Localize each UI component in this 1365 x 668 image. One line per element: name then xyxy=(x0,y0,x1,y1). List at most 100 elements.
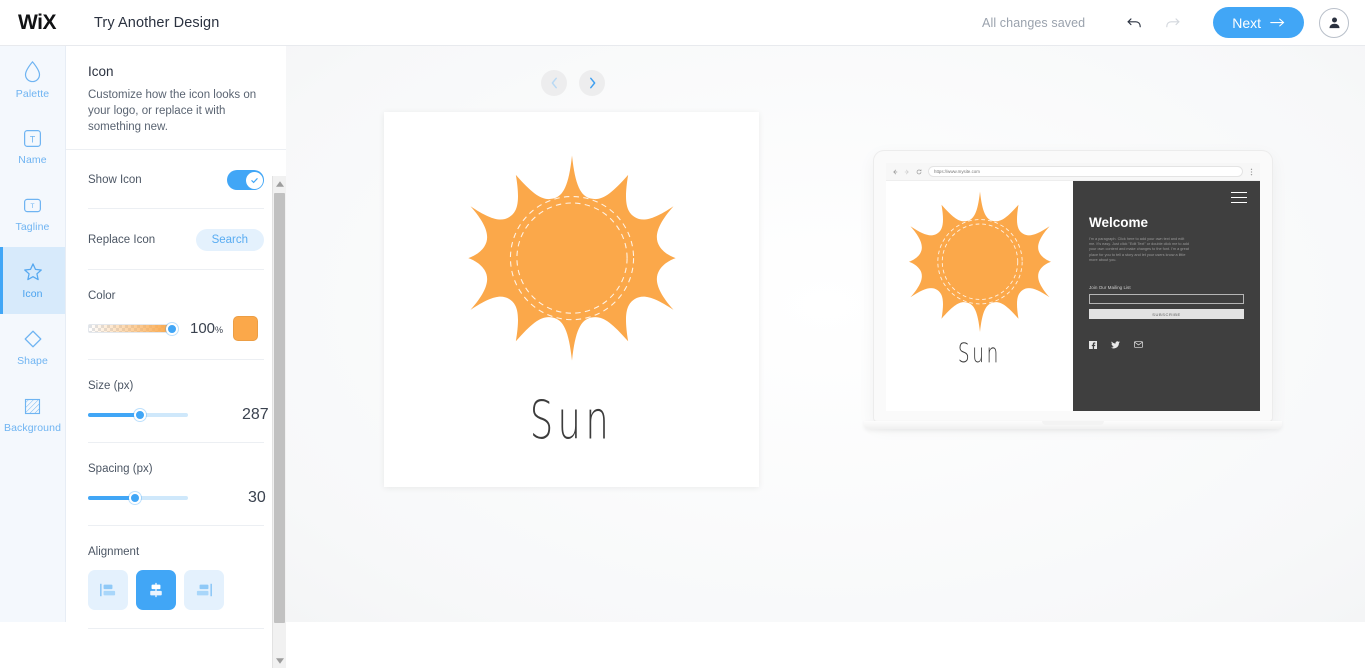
align-left-icon xyxy=(100,583,116,597)
spacing-slider-handle[interactable] xyxy=(129,492,141,504)
social-links xyxy=(1089,341,1244,350)
align-right-button[interactable] xyxy=(184,570,224,610)
svg-text:T: T xyxy=(31,203,35,210)
replace-icon-label: Replace Icon xyxy=(88,234,156,246)
sidebar-item-label: Icon xyxy=(22,288,43,300)
opacity-slider-track[interactable] xyxy=(88,324,172,333)
sidebar-item-palette[interactable]: Palette xyxy=(0,46,65,113)
subscribe-button[interactable]: SUBSCRIBE xyxy=(1089,309,1244,320)
laptop-screen: https://www.mysite.com Sun Welcome I'm a… xyxy=(874,151,1272,421)
align-center-icon xyxy=(150,582,162,598)
top-bar: WiX Try Another Design All changes saved… xyxy=(0,0,1365,46)
logo-preview-card[interactable]: Sun xyxy=(384,112,759,487)
email-icon[interactable] xyxy=(1134,341,1143,348)
site-heading: Welcome xyxy=(1089,215,1149,230)
email-input[interactable] xyxy=(1089,294,1244,305)
color-swatch[interactable] xyxy=(233,316,259,341)
undo-icon[interactable] xyxy=(1119,8,1149,38)
try-another-design-link[interactable]: Try Another Design xyxy=(94,15,219,31)
sun-icon xyxy=(464,149,680,370)
align-left-button[interactable] xyxy=(88,570,128,610)
wix-logo[interactable]: WiX xyxy=(18,11,56,35)
next-button[interactable]: Next xyxy=(1213,7,1304,38)
site-logo-section: Sun xyxy=(886,181,1073,411)
sidebar-item-label: Name xyxy=(18,153,47,166)
panel-title: Icon xyxy=(88,64,114,79)
star-icon xyxy=(23,263,42,281)
preview-canvas: Sun https://www.mysite.com Sun Welcome I… xyxy=(286,46,1365,622)
sidebar-item-icon[interactable]: Icon xyxy=(0,247,65,314)
svg-text:T: T xyxy=(30,134,36,144)
previous-design-button[interactable] xyxy=(541,70,567,96)
twitter-icon[interactable] xyxy=(1111,341,1120,349)
redo-icon[interactable] xyxy=(1157,8,1187,38)
panel-header: Icon Customize how the icon looks on you… xyxy=(66,46,286,150)
sidebar-item-name[interactable]: T Name xyxy=(0,113,65,180)
size-label: Size (px) xyxy=(88,380,134,392)
alignment-label: Alignment xyxy=(88,546,140,558)
droplet-icon xyxy=(24,60,41,82)
opacity-value: 100 xyxy=(190,320,216,337)
sidebar-item-tagline[interactable]: T Tagline xyxy=(0,180,65,247)
browser-window: https://www.mysite.com Sun Welcome I'm a… xyxy=(886,163,1260,411)
tagline-box-icon: T xyxy=(24,198,41,212)
browser-toolbar: https://www.mysite.com xyxy=(886,163,1260,181)
hatched-square-icon xyxy=(24,398,41,414)
size-slider-track[interactable] xyxy=(88,409,188,421)
show-icon-toggle[interactable] xyxy=(227,170,264,190)
panel-body: Show Icon Replace Icon Search Color 100%… xyxy=(66,150,286,641)
arrow-left-icon[interactable] xyxy=(892,169,898,175)
align-right-icon xyxy=(196,583,212,597)
scroll-down-button[interactable] xyxy=(273,653,286,668)
chevron-right-icon xyxy=(589,77,595,89)
arrow-right-icon xyxy=(1270,18,1285,27)
reload-icon[interactable] xyxy=(916,168,922,175)
check-icon xyxy=(250,177,258,183)
spacing-label: Spacing (px) xyxy=(88,463,153,475)
sun-icon xyxy=(908,191,1051,333)
next-design-button[interactable] xyxy=(579,70,605,96)
opacity-unit: % xyxy=(215,325,224,335)
chevron-left-icon xyxy=(551,77,557,89)
hamburger-icon[interactable] xyxy=(1231,192,1247,207)
sidebar-item-background[interactable]: Background xyxy=(0,381,65,448)
mailing-list-label: Join Our Mailing List xyxy=(1089,285,1131,291)
color-opacity-controls: 100% xyxy=(88,316,264,341)
alignment-row: Alignment xyxy=(88,526,264,629)
site-welcome-panel: Welcome I'm a paragraph. Click here to a… xyxy=(1073,181,1260,411)
arrow-right-icon[interactable] xyxy=(904,169,910,175)
laptop-notch xyxy=(1042,421,1104,425)
alignment-button-group xyxy=(88,570,264,610)
spacing-slider-track[interactable] xyxy=(88,492,188,504)
browser-url-text: https://www.mysite.com xyxy=(934,169,980,174)
color-row: Color 100% xyxy=(88,270,264,360)
size-slider-handle[interactable] xyxy=(134,409,146,421)
search-icon-button[interactable]: Search xyxy=(195,229,264,251)
scroll-up-button[interactable] xyxy=(273,176,286,191)
laptop-mockup: https://www.mysite.com Sun Welcome I'm a… xyxy=(864,151,1282,429)
next-button-label: Next xyxy=(1232,14,1261,31)
sidebar-item-shape[interactable]: Shape xyxy=(0,314,65,381)
spacing-value: 30 xyxy=(248,489,266,506)
text-box-icon: T xyxy=(24,129,41,147)
spacing-slider-row: 30 xyxy=(88,489,266,507)
user-avatar-icon[interactable] xyxy=(1319,7,1349,38)
sidebar-rail: Palette T Name T Tagline Icon Shape Back… xyxy=(0,46,66,622)
diamond-icon xyxy=(24,330,41,348)
scrollbar-thumb[interactable] xyxy=(274,193,285,623)
show-icon-label: Show Icon xyxy=(88,174,142,186)
opacity-slider-handle[interactable] xyxy=(166,323,178,335)
align-center-button[interactable] xyxy=(136,570,176,610)
browser-url-bar[interactable]: https://www.mysite.com xyxy=(928,166,1243,177)
facebook-icon[interactable] xyxy=(1089,341,1097,350)
save-status-text: All changes saved xyxy=(982,15,1086,30)
caret-up-icon xyxy=(275,180,284,187)
size-slider-row: 287 xyxy=(88,406,269,424)
panel-scrollbar[interactable] xyxy=(272,176,286,668)
icon-settings-panel: Icon Customize how the icon looks on you… xyxy=(66,46,286,668)
sidebar-item-label: Background xyxy=(3,421,62,434)
sidebar-item-label: Tagline xyxy=(15,220,50,233)
kebab-menu-icon[interactable] xyxy=(1249,168,1254,176)
logo-name-text: Sun xyxy=(529,389,614,451)
horizontal-position-row: Horizontal Position (px) 0 xyxy=(88,629,264,641)
